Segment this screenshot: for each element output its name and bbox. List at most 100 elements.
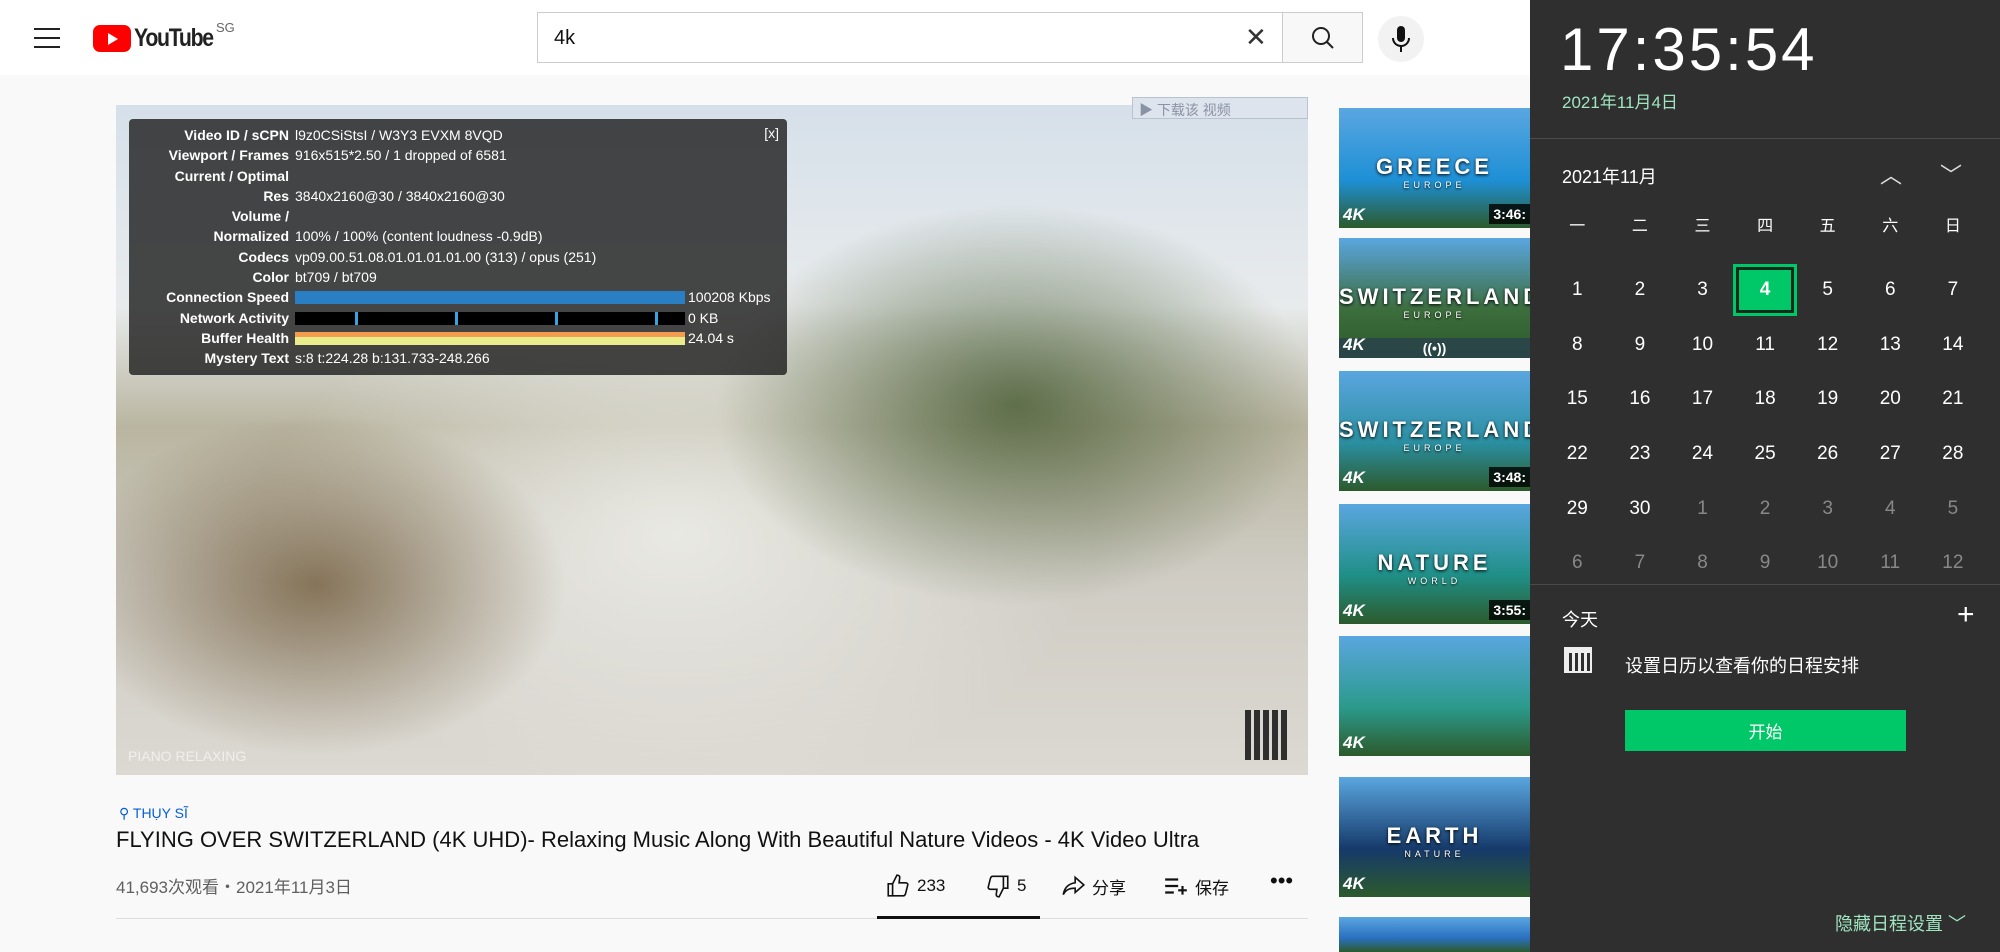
add-event-icon[interactable]: + <box>1957 598 1975 632</box>
calendar-day[interactable]: 18 <box>1734 372 1797 427</box>
network-graph <box>295 311 685 325</box>
calendar-day[interactable]: 5 <box>1922 481 1985 536</box>
calendar-day-today[interactable]: 4 <box>1732 263 1798 317</box>
share-icon <box>1062 875 1086 896</box>
stat-label: Codecs <box>238 248 289 265</box>
previous-month-icon[interactable]: ︿ <box>1880 158 1902 190</box>
calendar-day[interactable]: 10 <box>1796 536 1859 591</box>
calendar-day[interactable]: 16 <box>1609 372 1672 427</box>
calendar-day[interactable]: 6 <box>1546 536 1609 591</box>
calendar-day[interactable]: 7 <box>1609 536 1672 591</box>
calendar-grid: 一二三四五六日 1 2 3 4 5 6 7 8 9 10 11 12 13 14 15 16 17 18 19 20 21… <box>1546 208 1984 591</box>
calendar-day[interactable]: 3 <box>1796 481 1859 536</box>
calendar-day[interactable]: 13 <box>1859 317 1922 372</box>
stat-row: Viewport / Frames 916x515*2.50 / 1 droppe… <box>137 145 779 165</box>
more-actions-icon[interactable]: ••• <box>1270 868 1293 894</box>
calendar-day[interactable]: 6 <box>1859 263 1922 318</box>
calendar-day[interactable]: 9 <box>1609 317 1672 372</box>
calendar-day[interactable]: 23 <box>1609 427 1672 482</box>
calendar-month[interactable]: 2021年11月 <box>1562 163 1657 189</box>
calendar-day[interactable]: 27 <box>1859 427 1922 482</box>
like-button[interactable]: 233 <box>885 873 945 899</box>
stat-row: Buffer Health 24.04 s <box>137 328 779 348</box>
calendar-day[interactable]: 5 <box>1796 263 1859 318</box>
download-video-button[interactable]: ▶ 下载该 视频 <box>1132 97 1308 119</box>
calendar-day[interactable]: 22 <box>1546 427 1609 482</box>
stat-label: Video ID / sCPN <box>184 127 289 143</box>
calendar-day[interactable]: 4 <box>1859 481 1922 536</box>
calendar-day[interactable]: 3 <box>1671 263 1734 318</box>
share-button[interactable]: 分享 <box>1060 873 1126 899</box>
calendar-day[interactable]: 15 <box>1546 372 1609 427</box>
weekday-header: 一 <box>1569 218 1586 235</box>
4k-badge: 4K <box>1343 874 1365 893</box>
search-input[interactable]: 4k <box>537 12 1283 63</box>
calendar-day[interactable]: 7 <box>1922 263 1985 318</box>
location-link[interactable]: ⚲ THỤY SĨ <box>119 805 188 822</box>
start-button[interactable]: 开始 <box>1625 710 1906 751</box>
next-month-icon[interactable]: ﹀ <box>1940 158 1962 190</box>
calendar-setup-text: 设置日历以查看你的日程安排 <box>1625 656 1859 676</box>
calendar-day[interactable]: 20 <box>1859 372 1922 427</box>
calendar-day[interactable]: 2 <box>1609 263 1672 318</box>
stat-value: l9z0CSiStsI / W3Y3 EVXM 8VQD <box>295 127 503 143</box>
save-button[interactable]: 保存 <box>1163 873 1229 899</box>
calendar-day[interactable]: 19 <box>1796 372 1859 427</box>
stat-row: Normalized 100% / 100% (content loudness … <box>137 226 779 246</box>
calendar-day[interactable]: 1 <box>1546 263 1609 318</box>
calendar-day[interactable]: 9 <box>1734 536 1797 591</box>
calendar-day[interactable]: 24 <box>1671 427 1734 482</box>
calendar-day[interactable]: 8 <box>1546 317 1609 372</box>
piano-logo <box>1245 710 1290 760</box>
hide-agenda-button[interactable]: 隐藏日程设置 ﹀ <box>1835 910 1966 936</box>
recommended-video-thumbnail[interactable]: SWITZERLAND EUROPE 3:48: 4K <box>1339 371 1530 491</box>
calendar-day[interactable]: 29 <box>1546 481 1609 536</box>
buffer-graph <box>295 331 685 345</box>
calendar-day[interactable]: 1 <box>1671 481 1734 536</box>
stat-row: Res 3840x2160@30 / 3840x2160@30 <box>137 186 779 206</box>
live-icon: ((•)) <box>1339 338 1530 358</box>
calendar-day[interactable]: 21 <box>1922 372 1985 427</box>
youtube-play-icon <box>93 25 131 52</box>
calendar-day[interactable]: 12 <box>1796 317 1859 372</box>
playlist-add-icon <box>1165 878 1187 895</box>
clear-search-icon[interactable]: ✕ <box>1245 24 1267 50</box>
stat-row: Codecs vp09.00.51.08.01.01.01.01.00 (313)… <box>137 247 779 267</box>
calendar-day[interactable]: 8 <box>1671 536 1734 591</box>
recommended-video-thumbnail[interactable]: 4K <box>1339 636 1530 756</box>
channel-watermark: PIANO RELAXING <box>128 748 247 764</box>
calendar-day[interactable]: 10 <box>1671 317 1734 372</box>
video-duration: 3:48: <box>1489 467 1530 487</box>
weekday-header: 五 <box>1819 218 1836 235</box>
calendar-day[interactable]: 12 <box>1922 536 1985 591</box>
search-button[interactable] <box>1283 12 1363 63</box>
calendar-day[interactable]: 28 <box>1922 427 1985 482</box>
calendar-day[interactable]: 30 <box>1609 481 1672 536</box>
calendar-day[interactable]: 26 <box>1796 427 1859 482</box>
divider <box>1530 138 2000 139</box>
calendar-day[interactable]: 11 <box>1734 317 1797 372</box>
calendar-day[interactable]: 14 <box>1922 317 1985 372</box>
recommended-video-thumbnail[interactable]: NATURE WORLD 3:55: 4K <box>1339 504 1530 624</box>
clock-date[interactable]: 2021年11月4日 <box>1562 88 1678 113</box>
calendar-day[interactable]: 17 <box>1671 372 1734 427</box>
calendar-icon <box>1564 647 1592 673</box>
menu-icon[interactable] <box>34 28 60 48</box>
close-stats-button[interactable]: [x] <box>764 125 779 141</box>
stat-value: 0 KB <box>688 309 719 326</box>
calendar-day[interactable]: 11 <box>1859 536 1922 591</box>
recommended-video-thumbnail[interactable]: GREECE EUROPE 3:46: 4K <box>1339 108 1530 228</box>
recommended-video-thumbnail[interactable] <box>1339 917 1530 952</box>
voice-search-button[interactable] <box>1378 16 1424 62</box>
dislike-button[interactable]: 5 <box>985 873 1026 899</box>
recommended-video-thumbnail[interactable]: EARTH NATURE 4K <box>1339 777 1530 897</box>
calendar-day[interactable]: 2 <box>1734 481 1797 536</box>
stat-value: 100208 Kbps <box>688 289 771 306</box>
4k-badge: 4K <box>1343 335 1365 354</box>
thumbs-down-icon <box>987 875 1009 898</box>
4k-badge: 4K <box>1343 468 1365 487</box>
recommended-video-thumbnail[interactable]: SWITZERLAND EUROPE ((•)) 4K <box>1339 238 1530 358</box>
youtube-logo[interactable]: YouTube SG <box>93 20 235 53</box>
stat-label: Res <box>263 187 289 204</box>
calendar-day[interactable]: 25 <box>1734 427 1797 482</box>
